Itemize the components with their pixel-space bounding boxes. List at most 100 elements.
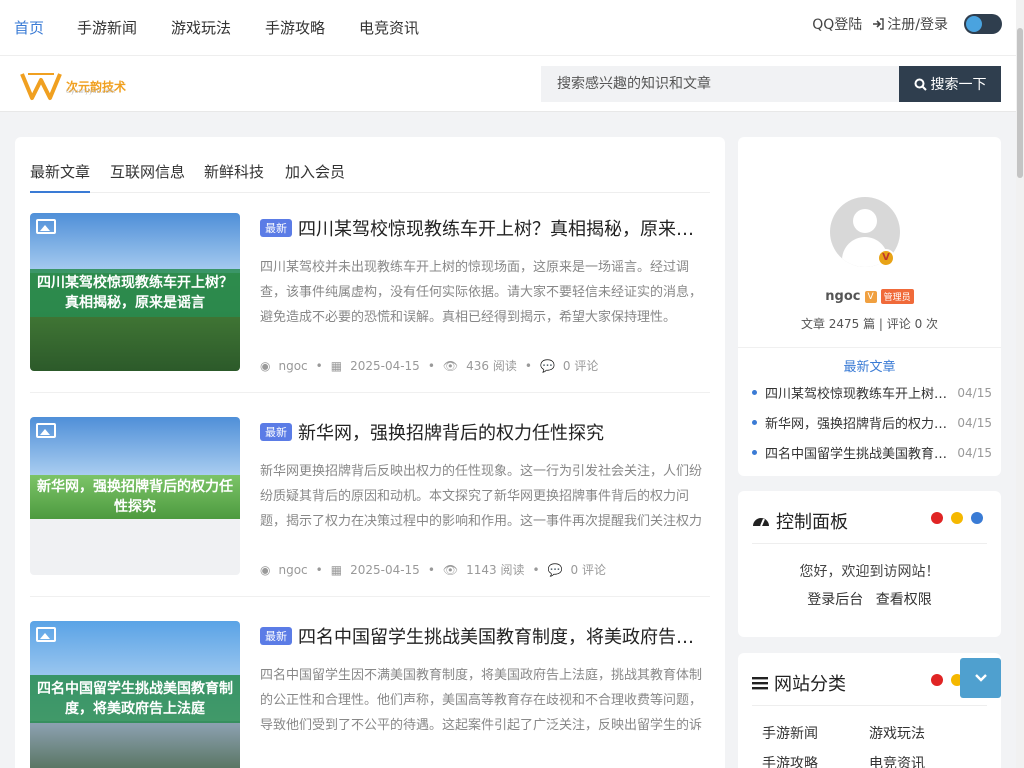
article-thumbnail[interactable]: 新华网，强换招牌背后的权力任性探究 <box>30 417 240 575</box>
control-panel-title: 控制面板 <box>752 508 848 534</box>
account-area: QQ登陆 注册/登录 <box>812 14 1002 34</box>
tab-latest[interactable]: 最新文章 <box>30 161 91 193</box>
logo-mark-icon <box>20 73 62 100</box>
article-comments[interactable]: 0 评论 <box>563 357 598 374</box>
register-login-link[interactable]: 注册/登录 <box>872 14 948 34</box>
site-header: 次元韵技术 ciyuanjiyun.com 搜索一下 <box>0 56 1016 112</box>
dark-mode-toggle[interactable] <box>964 14 1002 34</box>
dashboard-icon <box>753 518 769 527</box>
scrollbar-thumb[interactable] <box>1017 28 1023 178</box>
page-scrollbar[interactable] <box>1016 0 1024 768</box>
menu-icon <box>752 677 768 690</box>
thumb-caption: 新华网，强换招牌背后的权力任性探究 <box>37 479 233 515</box>
new-badge: 最新 <box>260 219 292 237</box>
search-button[interactable]: 搜索一下 <box>899 66 1001 102</box>
categories-title-text: 网站分类 <box>774 674 846 695</box>
category-esports[interactable]: 电竞资讯 <box>869 753 925 768</box>
article-date: 2025-04-15 <box>350 562 420 577</box>
recent-article-item[interactable]: 四川某驾校惊现教练车开上树？真相揭秘 04/15 <box>752 383 992 402</box>
new-badge: 最新 <box>260 423 292 441</box>
tab-internet[interactable]: 互联网信息 <box>110 161 185 191</box>
recent-article-item[interactable]: 四名中国留学生挑战美国教育制度 04/15 <box>752 443 992 462</box>
level-badge: V <box>864 290 877 303</box>
bullet-icon <box>752 420 757 425</box>
article-thumbnail[interactable]: 四川某驾校惊现教练车开上树？真相揭秘，原来是谣言 <box>30 213 240 371</box>
article-title[interactable]: 最新 四川某驾校惊现教练车开上树？真相揭秘，原来是谣言 <box>260 215 710 241</box>
article-excerpt: 四川某驾校并未出现教练车开上树的惊现场面，这原来是一场谣言。经过调查，该事件纯属… <box>260 260 703 325</box>
scroll-down-button[interactable] <box>960 658 1001 698</box>
article-views: 1143 阅读 <box>466 563 525 577</box>
article-excerpt: 新华网更换招牌背后反映出权力的任性现象。这一行为引发社会关注，人们纷纷质疑其背后… <box>260 464 703 529</box>
window-dots <box>931 512 983 524</box>
nav-item-mobile-news[interactable]: 手游新闻 <box>77 17 137 38</box>
new-badge: 最新 <box>260 627 292 645</box>
article-title-text: 四川某驾校惊现教练车开上树？真相揭秘，原来是谣言 <box>298 219 710 240</box>
search-input[interactable] <box>541 66 899 102</box>
thumb-sky <box>30 213 240 273</box>
tab-tech[interactable]: 新鲜科技 <box>204 161 264 191</box>
article-title-text: 新华网，强换招牌背后的权力任性探究 <box>298 423 604 444</box>
image-icon <box>36 423 56 438</box>
view-permissions-link[interactable]: 查看权限 <box>876 592 932 608</box>
thumb-caption: 四川某驾校惊现教练车开上树？真相揭秘，原来是谣言 <box>30 269 240 317</box>
red-dot-icon <box>931 674 943 686</box>
article-author[interactable]: ngoc <box>278 359 307 373</box>
author-icon: ◉ <box>260 562 271 577</box>
chevron-down-icon <box>974 674 987 682</box>
bullet-icon <box>752 450 757 455</box>
nav-item-esports[interactable]: 电竞资讯 <box>359 17 419 38</box>
thumb-caption: 四名中国留学生挑战美国教育制度，将美政府告上法庭 <box>30 675 240 723</box>
article-tabs: 最新文章 互联网信息 新鲜科技 加入会员 <box>30 161 710 193</box>
search-icon <box>914 78 927 91</box>
admin-login-link[interactable]: 登录后台 <box>807 592 863 608</box>
article-thumbnail[interactable]: 四名中国留学生挑战美国教育制度，将美政府告上法庭 <box>30 621 240 768</box>
nav-item-gameplay[interactable]: 游戏玩法 <box>171 17 231 38</box>
categories-title: 网站分类 <box>752 670 846 696</box>
welcome-text: 您好，欢迎到访网站！ <box>799 564 940 580</box>
recent-article-date: 04/15 <box>957 445 992 460</box>
category-guides[interactable]: 手游攻略 <box>762 753 818 768</box>
comment-icon: 💬 <box>547 562 563 577</box>
article-date: 2025-04-15 <box>350 358 420 373</box>
article-comments[interactable]: 0 评论 <box>571 561 606 578</box>
site-logo[interactable]: 次元韵技术 ciyuanjiyun.com <box>20 70 126 102</box>
article-excerpt: 四名中国留学生因不满美国教育制度，将美国政府告上法庭，挑战其教育体制的公正性和合… <box>260 668 703 733</box>
divider <box>752 543 987 544</box>
role-badge: 管理员 <box>880 289 914 304</box>
author-profile-card: V ngoc V 管理员 文章 2475 篇 | 评论 0 次 最新文章 四川某… <box>738 137 1001 476</box>
calendar-icon: ▦ <box>330 562 343 577</box>
toggle-knob <box>966 16 982 32</box>
article-item: 四名中国留学生挑战美国教育制度，将美政府告上法庭 最新 四名中国留学生挑战美国教… <box>30 621 710 768</box>
profile-name[interactable]: ngoc <box>825 289 860 304</box>
category-gameplay[interactable]: 游戏玩法 <box>869 723 925 743</box>
top-nav: 首页 手游新闻 游戏玩法 手游攻略 电竞资讯 QQ登陆 注册/登录 <box>0 0 1016 56</box>
recent-article-title: 新华网，强换招牌背后的权力任性探究 <box>765 417 951 432</box>
qq-login-link[interactable]: QQ登陆 <box>812 14 862 34</box>
control-panel-card: 控制面板 您好，欢迎到访网站！ 登录后台 查看权限 <box>738 491 1001 637</box>
category-mobile-news[interactable]: 手游新闻 <box>762 723 818 743</box>
article-views: 436 阅读 <box>466 359 517 373</box>
yellow-dot-icon <box>951 512 963 524</box>
article-item: 新华网，强换招牌背后的权力任性探究 最新 新华网，强换招牌背后的权力任性探究 新… <box>30 417 710 597</box>
recent-articles-heading: 最新文章 <box>738 347 1001 375</box>
thumb-sky <box>30 417 240 475</box>
control-panel-links: 登录后台 查看权限 <box>738 589 1001 609</box>
logo-subtext: ciyuanjiyun.com <box>66 88 116 95</box>
article-title[interactable]: 最新 新华网，强换招牌背后的权力任性探究 <box>260 419 710 445</box>
blue-dot-icon <box>971 512 983 524</box>
avatar-head <box>853 209 877 233</box>
article-title[interactable]: 最新 四名中国留学生挑战美国教育制度，将美政府告上法庭 <box>260 623 710 649</box>
eye-icon: 👁 <box>442 358 459 373</box>
nav-item-home[interactable]: 首页 <box>14 17 44 38</box>
thumb-cityscape <box>30 721 240 768</box>
article-author[interactable]: ngoc <box>278 563 307 577</box>
tab-join[interactable]: 加入会员 <box>285 161 345 191</box>
divider <box>752 705 987 706</box>
recent-article-item[interactable]: 新华网，强换招牌背后的权力任性探究 04/15 <box>752 413 992 432</box>
sign-in-icon <box>873 18 884 30</box>
verified-badge-icon: V <box>877 249 895 267</box>
recent-article-title: 四名中国留学生挑战美国教育制度 <box>765 447 952 462</box>
nav-item-guides[interactable]: 手游攻略 <box>265 17 325 38</box>
recent-article-date: 04/15 <box>957 385 992 400</box>
red-dot-icon <box>931 512 943 524</box>
